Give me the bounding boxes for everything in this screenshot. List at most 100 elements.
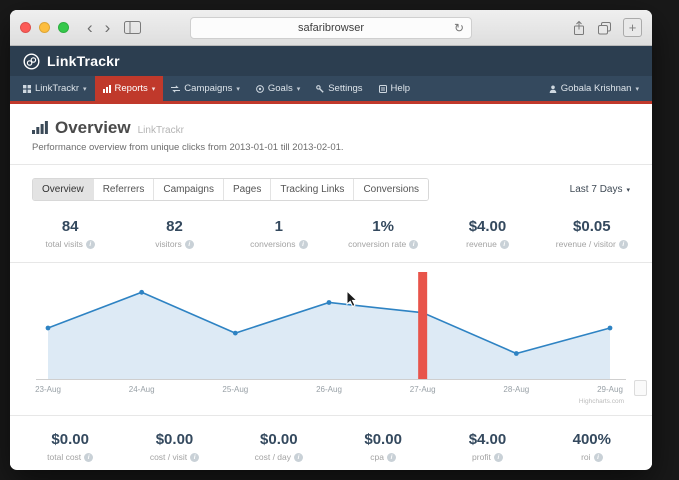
- stat-label: total visits: [46, 239, 83, 249]
- plus-icon: +: [629, 20, 637, 35]
- user-name-label: Gobala Krishnan: [561, 83, 632, 94]
- share-icon[interactable]: [572, 20, 586, 36]
- exchange-icon: [171, 85, 180, 93]
- nav-item-label: Campaigns: [184, 83, 232, 94]
- tab-overview[interactable]: Overview: [33, 179, 93, 200]
- page-title-suffix: LinkTrackr: [138, 125, 184, 136]
- back-button[interactable]: ‹: [81, 19, 99, 36]
- stat-value: 1: [227, 218, 331, 235]
- tab-campaigns[interactable]: Campaigns: [153, 179, 223, 200]
- stat-conversion-rate: 1% conversion ratei: [331, 218, 435, 249]
- address-bar[interactable]: safaribrowser ↻: [190, 17, 472, 39]
- nav-item-label: Help: [391, 83, 411, 94]
- x-axis-label: 27-Aug: [410, 385, 436, 394]
- info-icon[interactable]: i: [294, 453, 303, 462]
- stat-roi: 400% roii: [540, 431, 644, 462]
- visits-area-fill: [48, 292, 610, 379]
- stat-value: $0.05: [540, 218, 644, 235]
- stats-row-top: 84 total visitsi 82 visitorsi 1 conversi…: [10, 203, 652, 262]
- visits-point-25-Aug: [233, 331, 238, 336]
- stat-label: conversion rate: [348, 239, 406, 249]
- info-icon[interactable]: i: [86, 240, 95, 249]
- tabs-overview-icon[interactable]: [597, 21, 612, 35]
- report-tabs-row: Overview Referrers Campaigns Pages Track…: [10, 165, 652, 203]
- info-icon[interactable]: i: [387, 453, 396, 462]
- stat-label: conversions: [250, 239, 295, 249]
- sidebar-icon[interactable]: [124, 21, 141, 34]
- highlight-band: [418, 272, 427, 379]
- tab-tracking-links[interactable]: Tracking Links: [270, 179, 353, 200]
- x-axis-label: 26-Aug: [316, 385, 342, 394]
- stat-conversions: 1 conversions i: [227, 218, 331, 249]
- stat-value: $0.00: [122, 431, 226, 448]
- tab-conversions[interactable]: Conversions: [353, 179, 428, 200]
- date-range-label: Last 7 Days: [570, 184, 623, 195]
- info-icon[interactable]: i: [84, 453, 93, 462]
- info-icon[interactable]: i: [190, 453, 199, 462]
- visits-point-24-Aug: [139, 290, 144, 295]
- info-icon[interactable]: i: [409, 240, 418, 249]
- x-axis-label: 24-Aug: [129, 385, 155, 394]
- stat-cost-per-day: $0.00 cost / dayi: [227, 431, 331, 462]
- nav-item-settings[interactable]: Settings: [308, 76, 370, 101]
- forward-button[interactable]: ›: [99, 19, 117, 36]
- nav-item-label: Reports: [115, 83, 148, 94]
- page-title: Overview: [55, 118, 131, 138]
- stat-value: 400%: [540, 431, 644, 448]
- screenshot-stage: ‹ › safaribrowser ↻: [0, 0, 679, 480]
- nav-item-help[interactable]: Help: [371, 76, 419, 101]
- stat-total-visits: 84 total visitsi: [18, 218, 122, 249]
- x-axis-label: 28-Aug: [503, 385, 529, 394]
- overview-bars-icon: [32, 121, 48, 134]
- minimize-window-button[interactable]: [39, 22, 50, 33]
- scrollbar-thumb[interactable]: [634, 380, 647, 396]
- user-menu[interactable]: Gobala Krishnan ▾: [541, 76, 647, 101]
- address-text: safaribrowser: [298, 22, 364, 34]
- dashboard-icon: [23, 85, 31, 93]
- stat-value: $0.00: [227, 431, 331, 448]
- stat-label: cost / day: [255, 452, 291, 462]
- date-range-dropdown[interactable]: Last 7 Days ▾: [570, 184, 630, 195]
- visits-chart-svg: 23-Aug24-Aug25-Aug26-Aug27-Aug28-Aug29-A…: [30, 267, 632, 415]
- info-icon[interactable]: i: [594, 453, 603, 462]
- caret-down-icon: ▾: [83, 85, 87, 93]
- caret-down-icon: ▾: [152, 85, 156, 93]
- nav-item-goals[interactable]: Goals ▾: [248, 76, 308, 101]
- new-tab-button[interactable]: +: [623, 18, 642, 37]
- stat-value: 1%: [331, 218, 435, 235]
- visits-point-26-Aug: [327, 300, 332, 305]
- stat-label: total cost: [47, 452, 81, 462]
- stat-label: roi: [581, 452, 590, 462]
- info-icon[interactable]: i: [299, 240, 308, 249]
- stat-label: cost / visit: [150, 452, 187, 462]
- close-window-button[interactable]: [20, 22, 31, 33]
- stat-cost-per-visit: $0.00 cost / visiti: [122, 431, 226, 462]
- caret-down-icon: ▾: [626, 186, 630, 194]
- visits-chart: 23-Aug24-Aug25-Aug26-Aug27-Aug28-Aug29-A…: [10, 263, 652, 415]
- info-icon[interactable]: i: [185, 240, 194, 249]
- stats-row-bottom: $0.00 total costi $0.00 cost / visiti $0…: [10, 416, 652, 470]
- nav-spacer: [418, 76, 541, 101]
- user-icon: [549, 85, 557, 93]
- stat-visitors: 82 visitorsi: [122, 218, 226, 249]
- nav-item-reports[interactable]: Reports ▾: [95, 76, 164, 101]
- chart-credit: Highcharts.com: [579, 398, 624, 405]
- visits-point-29-Aug: [608, 326, 613, 331]
- stat-value: $4.00: [435, 218, 539, 235]
- browser-titlebar: ‹ › safaribrowser ↻: [10, 10, 652, 46]
- page-subtitle: Performance overview from unique clicks …: [32, 142, 630, 153]
- info-icon[interactable]: i: [494, 453, 503, 462]
- stat-revenue-per-visitor: $0.05 revenue / visitori: [540, 218, 644, 249]
- window-controls: [20, 22, 69, 33]
- stat-value: 82: [122, 218, 226, 235]
- info-icon[interactable]: i: [619, 240, 628, 249]
- info-icon[interactable]: i: [500, 240, 509, 249]
- wrench-icon: [316, 85, 324, 93]
- tab-referrers[interactable]: Referrers: [93, 179, 154, 200]
- nav-item-linktrackr[interactable]: LinkTrackr ▾: [15, 76, 95, 101]
- refresh-icon[interactable]: ↻: [454, 22, 464, 34]
- tab-pages[interactable]: Pages: [223, 179, 270, 200]
- titlebar-right-controls: +: [572, 18, 642, 37]
- zoom-window-button[interactable]: [58, 22, 69, 33]
- nav-item-campaigns[interactable]: Campaigns ▾: [163, 76, 248, 101]
